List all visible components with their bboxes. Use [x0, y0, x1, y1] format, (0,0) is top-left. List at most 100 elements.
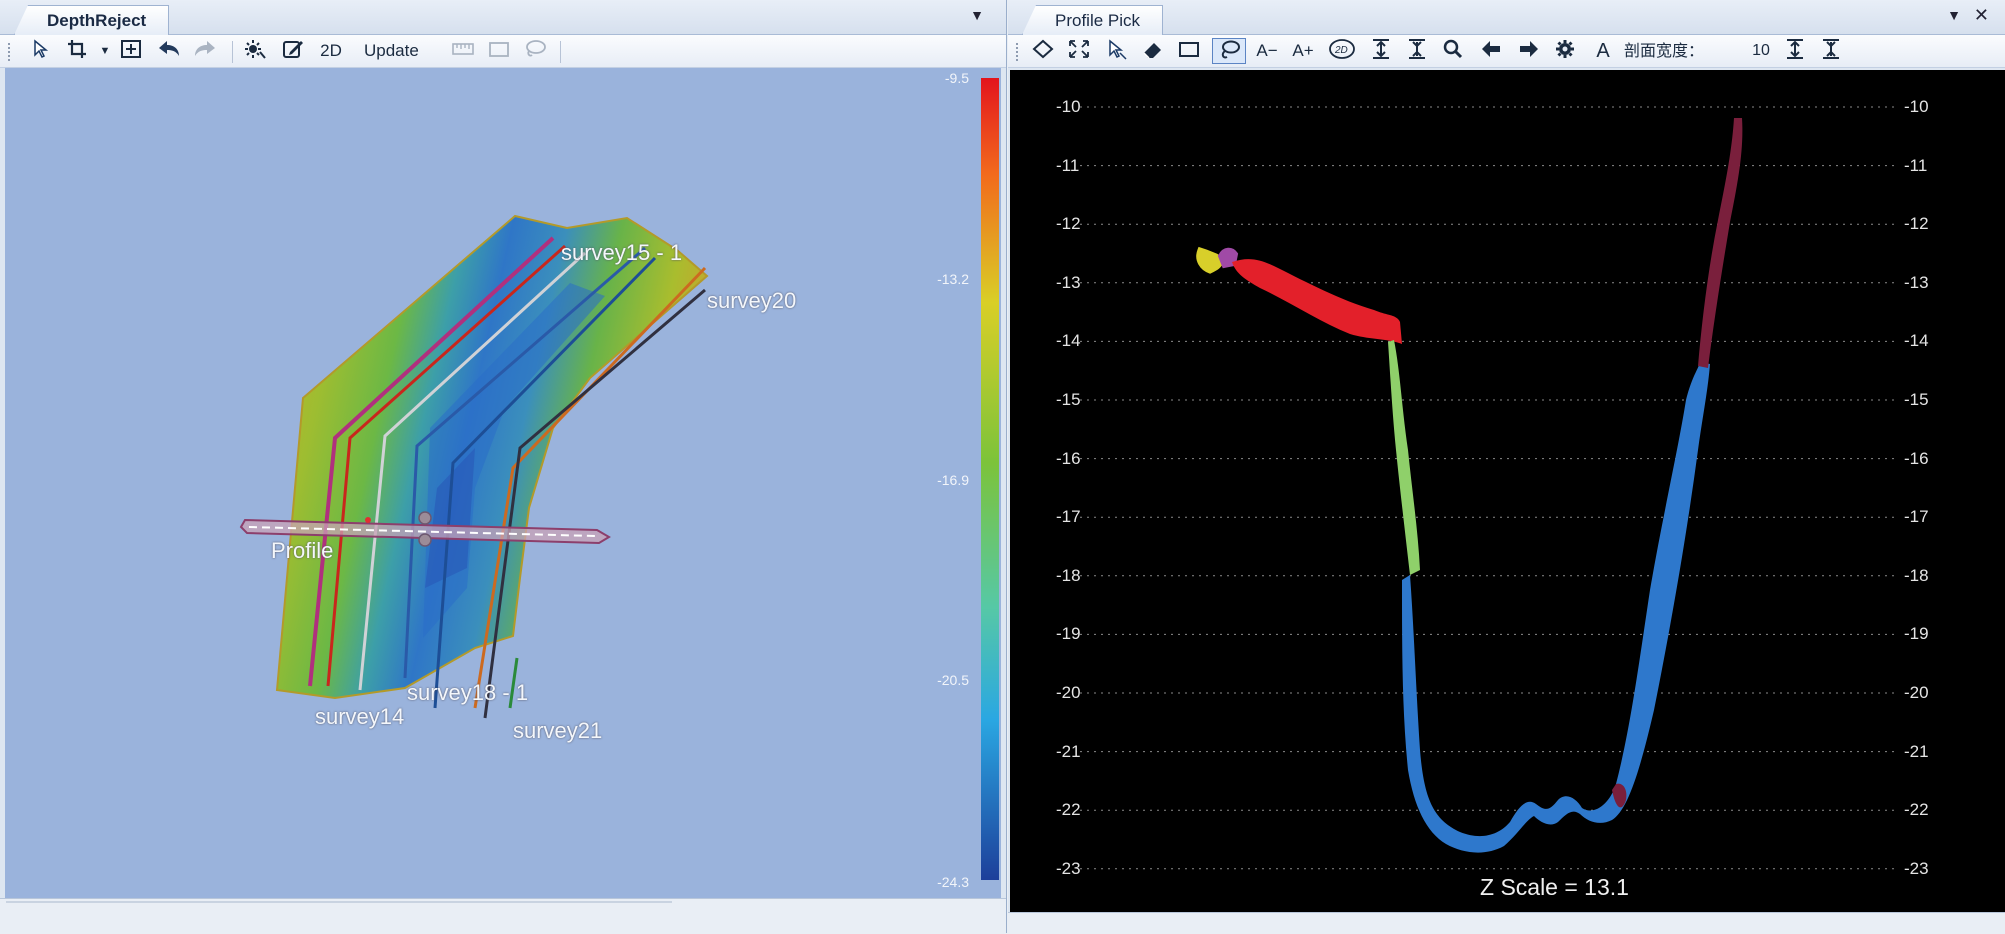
right-status-bar	[1008, 912, 2005, 934]
z-tick-left: -17	[1056, 507, 1081, 527]
bathymetry-surface	[275, 214, 709, 700]
crop-icon[interactable]	[64, 38, 90, 64]
lighting-icon[interactable]	[242, 38, 268, 64]
toolbar-grip[interactable]	[1016, 43, 1021, 61]
colorbar-tick: -16.9	[937, 472, 969, 488]
z-scale-label: Z Scale = 13.1	[1480, 874, 1629, 900]
z-tick-right: -22	[1904, 800, 1929, 820]
z-tick-left: -20	[1056, 683, 1081, 702]
z-tick-right: -17	[1904, 507, 1929, 527]
z-tick-right: -12	[1904, 214, 1929, 234]
font-larger-button[interactable]: A+	[1290, 38, 1316, 64]
depth-reject-panel: DepthReject ▼ ▼ 2D Update survey15 - 1 s…	[0, 0, 1007, 934]
profile-plot-view[interactable]: -10 -11 -12 -13 -14 -15 -16 -17 -18 -19 -20 -21 -22 -…	[1010, 70, 2005, 912]
gear-icon[interactable]	[1552, 38, 1578, 64]
compress-vertical-icon[interactable]	[1404, 38, 1430, 64]
status-divider	[6, 901, 672, 903]
label-profile: Profile	[271, 538, 334, 563]
font-smaller-button[interactable]: A−	[1254, 38, 1280, 64]
z-tick-right: -21	[1904, 741, 1929, 761]
z-tick-left: -13	[1056, 272, 1081, 292]
z-tick-right: -23	[1904, 858, 1929, 878]
profile-pick-panel: Profile Pick ▼ ✕ A− A+ 2D A 剖面宽度： 10 -10…	[1008, 0, 2005, 934]
right-toolbar: A− A+ 2D A 剖面宽度： 10	[1008, 35, 2005, 68]
z-tick-left: -11	[1056, 155, 1080, 175]
z-tick-left: -23	[1056, 858, 1081, 878]
svg-text:2D: 2D	[1334, 45, 1348, 56]
colorbar-tick: -24.3	[937, 874, 969, 890]
stretch-vertical-icon[interactable]	[1368, 38, 1394, 64]
tab-profile-pick[interactable]: Profile Pick	[1022, 5, 1164, 35]
toolbar-grip[interactable]	[8, 43, 13, 61]
lasso-pick-icon[interactable]	[1212, 38, 1246, 64]
colorbar-tick: -20.5	[937, 672, 969, 688]
rectangle-select-icon[interactable]	[486, 38, 512, 64]
left-status-bar	[0, 898, 1006, 934]
z-tick-right: -20	[1904, 683, 1929, 702]
magnifier-icon[interactable]	[1440, 38, 1466, 64]
left-tab-bar: DepthReject ▼	[0, 0, 1006, 35]
z-tick-left: -18	[1056, 565, 1081, 585]
rectangle-pick-icon[interactable]	[1176, 38, 1202, 64]
panel-menu-arrow-icon[interactable]: ▼	[1947, 7, 1961, 23]
z-tick-left: -12	[1056, 214, 1081, 234]
select-points-icon[interactable]	[1104, 38, 1130, 64]
update-button[interactable]: Update	[364, 38, 419, 64]
z-tick-left: -14	[1056, 331, 1081, 351]
view-2d-icon[interactable]: 2D	[1328, 38, 1356, 64]
z-tick-left: -10	[1056, 97, 1081, 116]
tab-depth-reject[interactable]: DepthReject	[14, 5, 170, 35]
z-tick-right: -16	[1904, 448, 1929, 468]
profile-handle	[418, 533, 432, 547]
edit-icon[interactable]	[280, 38, 306, 64]
label-survey18: survey18 - 1	[407, 680, 529, 705]
undo-icon[interactable]	[156, 38, 182, 64]
colorbar-tick: -13.2	[937, 271, 969, 287]
close-icon[interactable]: ✕	[1974, 5, 1989, 26]
profile-segment-yellow	[1196, 246, 1225, 274]
select-arrow-icon[interactable]	[28, 38, 54, 64]
crop-dropdown-icon[interactable]: ▼	[92, 38, 118, 64]
profile-plot-canvas[interactable]	[1010, 70, 2005, 912]
width-increase-icon[interactable]	[1782, 38, 1808, 64]
profile-segment-maroon	[1698, 118, 1743, 368]
arrow-right-icon[interactable]	[1516, 38, 1542, 64]
label-survey21: survey21	[513, 718, 603, 743]
depth-gridlines	[1080, 106, 1898, 870]
arrow-left-icon[interactable]	[1478, 38, 1504, 64]
lasso-icon[interactable]	[522, 38, 548, 64]
z-tick-left: -19	[1056, 624, 1081, 644]
label-survey20: survey20	[707, 288, 797, 313]
zoom-full-icon[interactable]	[1066, 38, 1092, 64]
eraser-icon[interactable]	[1140, 38, 1166, 64]
width-decrease-icon[interactable]	[1818, 38, 1844, 64]
label-survey14: survey14	[315, 704, 405, 729]
left-toolbar: ▼ 2D Update	[0, 35, 1006, 68]
profile-segment-green	[1388, 340, 1420, 575]
z-tick-left: -21	[1056, 741, 1081, 761]
profile-handle	[418, 511, 432, 525]
3d-surface-view[interactable]: survey15 - 1 survey20 Profile survey18 -…	[5, 68, 1001, 898]
label-survey15: survey15 - 1	[561, 240, 683, 265]
z-tick-right: -18	[1904, 565, 1929, 585]
toolbar-separator	[560, 41, 561, 63]
profile-handle	[365, 517, 371, 523]
depth-colorbar	[981, 78, 999, 880]
z-tick-left: -16	[1056, 448, 1081, 468]
zoom-extent-icon[interactable]	[118, 38, 144, 64]
annotate-text-button[interactable]: A	[1590, 38, 1616, 64]
z-tick-right: -11	[1904, 155, 1928, 175]
z-tick-right: -10	[1904, 97, 1929, 116]
colorbar-tick: -9.5	[944, 70, 969, 86]
z-tick-right: -13	[1904, 272, 1929, 292]
z-tick-left: -15	[1056, 390, 1081, 409]
redo-icon[interactable]	[192, 38, 218, 64]
profile-segment-blue	[1402, 362, 1710, 853]
toggle-2d-button[interactable]: 2D	[318, 38, 344, 64]
toolbar-separator	[232, 41, 233, 63]
panel-menu-arrow-icon[interactable]: ▼	[970, 7, 984, 23]
z-tick-right: -19	[1904, 624, 1929, 644]
z-tick-right: -14	[1904, 331, 1929, 351]
ruler-icon[interactable]	[450, 38, 476, 64]
pan-diamond-icon[interactable]	[1030, 38, 1056, 64]
